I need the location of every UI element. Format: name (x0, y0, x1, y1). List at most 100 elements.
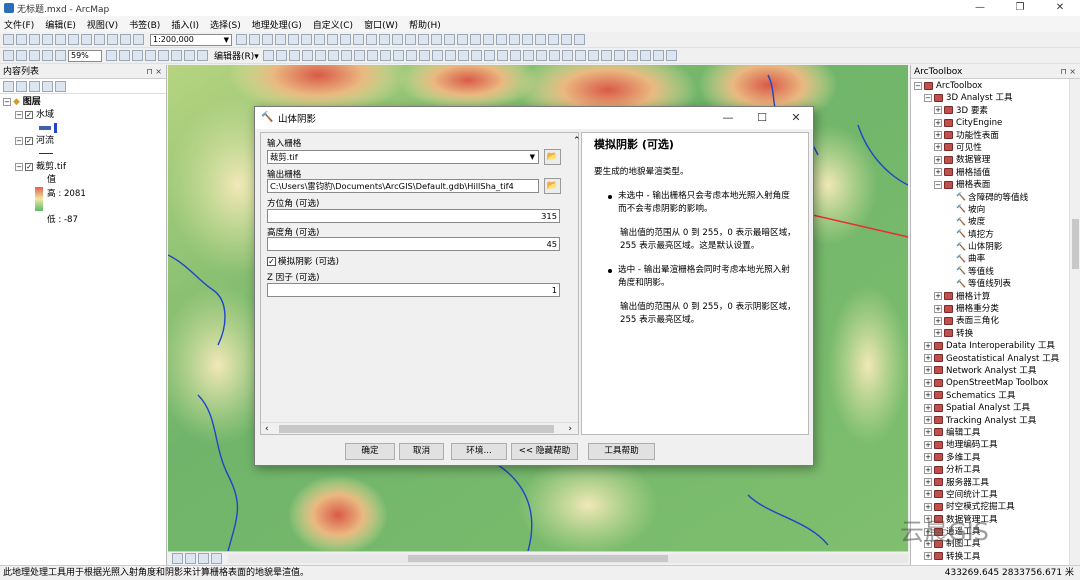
redo-icon[interactable] (120, 34, 131, 45)
georef-d-icon[interactable] (197, 50, 208, 61)
toolbox-vertical-scrollbar[interactable] (1069, 79, 1080, 565)
refresh-icon[interactable] (198, 553, 209, 564)
line-color-icon[interactable] (496, 50, 508, 61)
misc-b-icon[interactable] (652, 50, 664, 61)
marker-color-icon[interactable] (509, 50, 521, 61)
collapse-icon[interactable]: − (934, 180, 942, 189)
toolbox-toolset-row[interactable]: + 多维工具 (914, 452, 1080, 464)
copy-icon[interactable] (68, 34, 79, 45)
menu-view[interactable]: 视图(V) (87, 18, 118, 31)
layout-zoom-in-icon[interactable] (3, 50, 14, 61)
toggle-draft-icon[interactable] (106, 50, 117, 61)
data-driven-pages-icon[interactable] (145, 50, 156, 61)
edit-vertices-icon[interactable] (340, 50, 352, 61)
restore-button[interactable]: ❐ (1000, 0, 1040, 16)
toolbox-toolset-row[interactable]: − 栅格表面 (914, 179, 1080, 191)
clear-selection-icon[interactable] (444, 34, 455, 45)
edit-tool-icon[interactable] (262, 50, 274, 61)
end-point-arc-icon[interactable] (301, 50, 313, 61)
paste-icon[interactable] (81, 34, 92, 45)
editor-toolbar-icon[interactable] (236, 34, 247, 45)
expand-icon[interactable]: + (924, 416, 932, 425)
expand-icon[interactable]: + (924, 366, 932, 375)
focus-data-frame-icon[interactable] (119, 50, 130, 61)
toolbox-tool-row[interactable]: 🔨 等值线列表 (914, 278, 1080, 290)
undo-icon[interactable] (107, 34, 118, 45)
select-features-icon[interactable] (431, 34, 442, 45)
group-icon[interactable] (587, 50, 599, 61)
visibility-checkbox[interactable]: ✓ (25, 136, 33, 145)
back-extent-icon[interactable] (405, 34, 416, 45)
output-raster-field[interactable]: C:\Users\雷钧豹\Documents\ArcGIS\Default.gd… (267, 179, 539, 193)
layout-zoom-out-icon[interactable] (16, 50, 27, 61)
model-shadows-checkbox[interactable]: ✓ (267, 256, 276, 266)
toolbox-toolset-row[interactable]: + 空间统计工具 (914, 489, 1080, 501)
map-scale-select[interactable]: 1:200,000 ▼ (150, 33, 232, 46)
expand-icon[interactable]: + (924, 391, 932, 400)
expand-icon[interactable]: + (924, 354, 932, 363)
close-button[interactable]: ✕ (1040, 0, 1080, 16)
expand-icon[interactable]: + (924, 453, 932, 462)
menu-bookmarks[interactable]: 书签(B) (129, 18, 160, 31)
georef-a-icon[interactable] (158, 50, 169, 61)
collapse-icon[interactable]: − (15, 136, 23, 145)
create-features-icon[interactable] (431, 50, 443, 61)
open-icon[interactable] (16, 34, 27, 45)
zfactor-field[interactable]: 1 (267, 283, 560, 297)
collapse-icon[interactable]: − (15, 162, 23, 171)
html-popup-icon[interactable] (496, 34, 507, 45)
nudge-icon[interactable] (613, 50, 625, 61)
add-data-icon[interactable] (133, 34, 144, 45)
toolbox-toolset-row[interactable]: + Schematics 工具 (914, 390, 1080, 402)
change-layout-icon[interactable] (132, 50, 143, 61)
expand-icon[interactable]: + (924, 465, 932, 474)
new-icon[interactable] (3, 34, 14, 45)
expand-icon[interactable]: + (934, 118, 942, 127)
toolbox-toolset-row[interactable]: + 表面三角化 (914, 315, 1080, 327)
georef-b-icon[interactable] (171, 50, 182, 61)
tool-help-button[interactable]: 工具帮助 (588, 443, 655, 460)
align-icon[interactable] (561, 50, 573, 61)
expand-icon[interactable]: + (924, 403, 932, 412)
collapse-icon[interactable]: − (914, 81, 922, 90)
draw-rectangle-icon[interactable] (444, 50, 456, 61)
toolbox-tool-row[interactable]: 🔨 山体阴影 (914, 241, 1080, 253)
visibility-checkbox[interactable]: ✓ (25, 162, 33, 171)
browse-output-button[interactable]: 📂 (544, 178, 561, 194)
font-color-icon[interactable] (470, 50, 482, 61)
expand-icon[interactable]: + (924, 478, 932, 486)
toolbox-toolset-row[interactable]: + 编辑工具 (914, 427, 1080, 439)
toolbox-toolset-row[interactable]: + 服务器工具 (914, 477, 1080, 489)
toolbox-toolset-row[interactable]: + 分析工具 (914, 464, 1080, 476)
print-icon[interactable] (42, 34, 53, 45)
sketch-properties-icon[interactable] (418, 50, 430, 61)
scroll-thumb[interactable] (1072, 219, 1079, 269)
visibility-checkbox[interactable]: ✓ (25, 110, 33, 119)
expand-icon[interactable]: + (934, 155, 942, 164)
model-builder-icon[interactable] (314, 34, 325, 45)
pause-drawing-icon[interactable] (211, 553, 222, 564)
point-icon[interactable] (327, 50, 339, 61)
misc-a-icon[interactable] (639, 50, 651, 61)
zoom-in-icon[interactable] (327, 34, 338, 45)
toolbox-toolset-row[interactable]: + 数据管理 (914, 154, 1080, 166)
scroll-right-icon[interactable]: › (568, 423, 572, 435)
toolbox-toolset-row[interactable]: + 转换工具 (914, 551, 1080, 563)
menu-insert[interactable]: 插入(I) (171, 18, 199, 31)
menu-edit[interactable]: 编辑(E) (45, 18, 76, 31)
pin-close-icon[interactable]: ⊓ × (1061, 65, 1077, 79)
viewer-window-icon[interactable] (574, 34, 585, 45)
ok-button[interactable]: 确定 (345, 443, 395, 460)
search-window-icon[interactable] (275, 34, 286, 45)
minimize-button[interactable]: — (960, 0, 1000, 16)
pin-close-icon[interactable]: ⊓ × (147, 65, 163, 79)
dialog-close-button[interactable]: ✕ (779, 107, 813, 129)
toolbox-toolset-row[interactable]: + Spatial Analyst 工具 (914, 402, 1080, 414)
input-raster-select[interactable]: 裁剪.tif ▼ (267, 150, 539, 164)
layer-group-row[interactable]: − ◆ 图层 (3, 96, 166, 109)
environments-button[interactable]: 环境... (451, 443, 507, 460)
toolbox-toolset-row[interactable]: + 转换 (914, 328, 1080, 340)
collapse-icon[interactable]: − (15, 110, 23, 119)
scroll-left-icon[interactable]: ‹ (265, 423, 269, 435)
menu-geoprocessing[interactable]: 地理处理(G) (252, 18, 302, 31)
